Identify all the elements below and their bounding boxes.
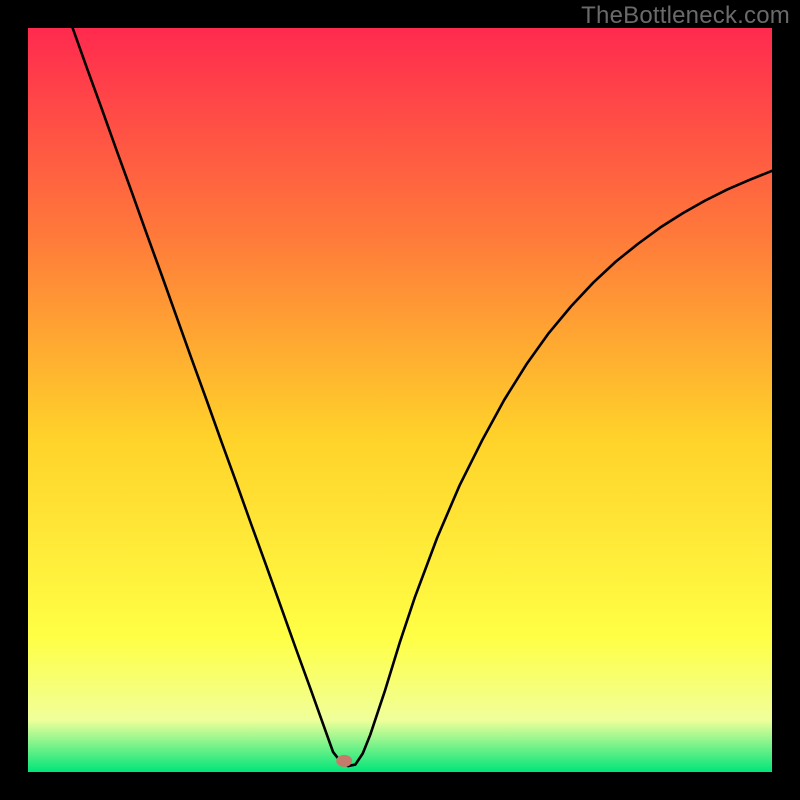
minimum-marker: [336, 755, 352, 767]
gradient-background: [28, 28, 772, 772]
chart-frame: TheBottleneck.com: [0, 0, 800, 800]
plot-svg: [28, 28, 772, 772]
watermark-text: TheBottleneck.com: [581, 2, 790, 30]
plot-area: [28, 28, 772, 772]
